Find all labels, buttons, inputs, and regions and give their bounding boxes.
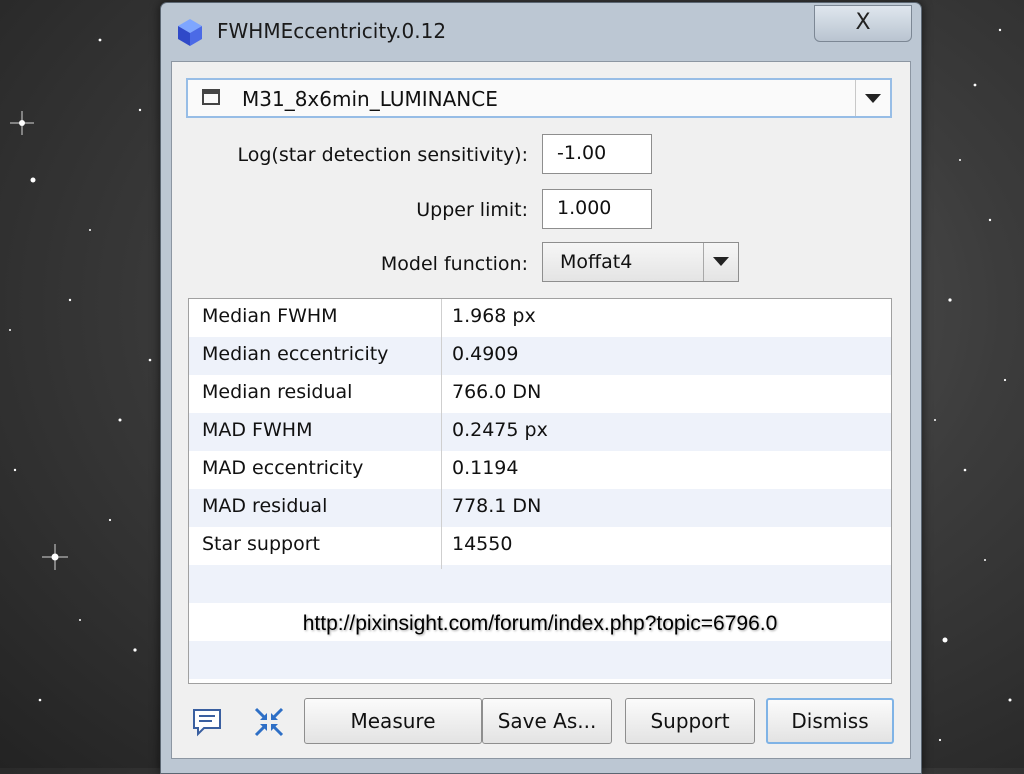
table-row: Star support 14550 xyxy=(189,527,891,565)
speech-bubble-icon[interactable] xyxy=(190,706,224,738)
sensitivity-label: Log(star detection sensitivity): xyxy=(237,144,528,166)
result-value: 0.1194 xyxy=(452,457,519,479)
result-name: MAD FWHM xyxy=(202,419,313,441)
dialog-window: FWHMEccentricity.0.12 X M31_8x6min_LUMIN… xyxy=(160,2,922,774)
dismiss-button[interactable]: Dismiss xyxy=(766,698,894,744)
table-row: MAD residual 778.1 DN xyxy=(189,489,891,527)
window-title: FWHMEccentricity.0.12 xyxy=(217,19,447,43)
result-value: 14550 xyxy=(452,533,513,555)
collapse-arrows-icon[interactable] xyxy=(252,706,286,738)
table-row: Median eccentricity 0.4909 xyxy=(189,337,891,375)
results-table[interactable]: Median FWHM 1.968 px Median eccentricity… xyxy=(188,298,892,684)
table-row: MAD FWHM 0.2475 px xyxy=(189,413,891,451)
result-name: Median residual xyxy=(202,381,353,403)
result-value: 1.968 px xyxy=(452,305,536,327)
result-value: 766.0 DN xyxy=(452,381,542,403)
table-row xyxy=(189,565,891,603)
url-overlay-text: http://pixinsight.com/forum/index.php?to… xyxy=(302,612,778,635)
table-row: Median residual 766.0 DN xyxy=(189,375,891,413)
table-row: MAD eccentricity 0.1194 xyxy=(189,451,891,489)
pixinsight-cube-icon xyxy=(178,19,202,46)
result-name: Star support xyxy=(202,533,320,555)
chevron-down-icon[interactable] xyxy=(703,243,738,281)
support-button[interactable]: Support xyxy=(625,698,755,744)
chevron-down-icon[interactable] xyxy=(855,80,890,116)
table-row: Median FWHM 1.968 px xyxy=(189,299,891,337)
table-row xyxy=(189,641,891,679)
model-function-label: Model function: xyxy=(380,253,528,275)
sensitivity-input[interactable]: -1.00 xyxy=(542,134,652,174)
upper-limit-label: Upper limit: xyxy=(416,199,528,221)
result-name: MAD residual xyxy=(202,495,328,517)
save-as-button[interactable]: Save As... xyxy=(482,698,612,744)
model-function-value: Moffat4 xyxy=(560,251,633,273)
dialog-client-area: M31_8x6min_LUMINANCE Log(star detection … xyxy=(171,61,911,759)
view-selector[interactable]: M31_8x6min_LUMINANCE xyxy=(186,78,892,118)
result-value: 0.4909 xyxy=(452,343,519,365)
result-name: MAD eccentricity xyxy=(202,457,364,479)
result-name: Median FWHM xyxy=(202,305,338,327)
image-window-icon xyxy=(202,89,220,105)
model-function-select[interactable]: Moffat4 xyxy=(542,242,739,282)
result-value: 0.2475 px xyxy=(452,419,548,441)
upper-limit-input[interactable]: 1.000 xyxy=(542,189,652,229)
view-selector-value: M31_8x6min_LUMINANCE xyxy=(242,87,498,111)
result-name: Median eccentricity xyxy=(202,343,389,365)
measure-button[interactable]: Measure xyxy=(304,698,482,744)
close-button[interactable]: X xyxy=(814,5,912,42)
title-bar[interactable]: FWHMEccentricity.0.12 X xyxy=(161,3,921,57)
column-divider xyxy=(441,299,442,569)
result-value: 778.1 DN xyxy=(452,495,542,517)
